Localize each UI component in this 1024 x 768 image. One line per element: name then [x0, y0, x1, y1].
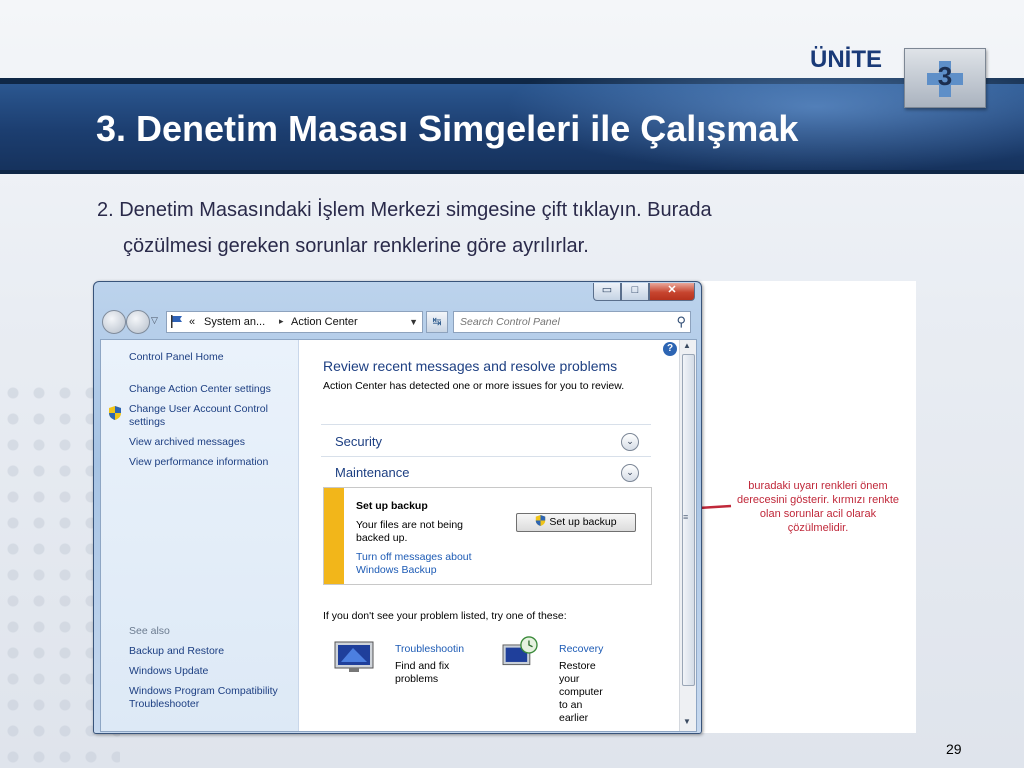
- search-input[interactable]: [458, 314, 662, 330]
- scroll-grip-icon: ≡: [683, 512, 689, 522]
- section-security[interactable]: Security: [335, 434, 382, 449]
- message-title: Set up backup: [356, 500, 428, 512]
- uac-shield-icon: [109, 406, 121, 420]
- bullet-text: 2. Denetim Masasındaki İşlem Merkezi sim…: [97, 192, 897, 264]
- unit-number: 3: [937, 61, 953, 91]
- search-icon[interactable]: ⚲: [676, 314, 686, 330]
- scroll-up-icon[interactable]: ▲: [683, 341, 691, 350]
- slide-title: 3. Denetim Masası Simgeleri ile Çalışmak: [96, 108, 799, 149]
- chevron-down-icon[interactable]: ⌄: [621, 464, 639, 482]
- flag-icon: [171, 315, 182, 328]
- window-caption-buttons: ▭ □ ✕: [593, 283, 695, 301]
- link-change-uac-settings[interactable]: Change User Account Control settings: [129, 403, 294, 429]
- troubleshooting-icon[interactable]: [333, 640, 375, 674]
- link-change-action-center-settings[interactable]: Change Action Center settings: [129, 383, 271, 396]
- breadcrumb-system[interactable]: System an...: [204, 312, 265, 332]
- message-description: Your files are not being backed up.: [356, 519, 464, 544]
- link-turn-off-backup-messages[interactable]: Turn off messages about Windows Backup: [356, 551, 496, 577]
- divider: [321, 424, 651, 425]
- link-troubleshooting[interactable]: Troubleshootin: [395, 643, 464, 655]
- link-view-performance-information[interactable]: View performance information: [129, 456, 268, 469]
- uac-shield-icon: [536, 515, 546, 526]
- set-up-backup-button[interactable]: Set up backup: [516, 513, 636, 532]
- breadcrumb-separator: ▸: [279, 316, 284, 326]
- close-button[interactable]: ✕: [649, 283, 695, 301]
- bullet-line-2: çözülmesi gereken sorunlar renklerine gö…: [123, 235, 589, 257]
- chevron-down-icon[interactable]: ⌄: [621, 433, 639, 451]
- set-up-backup-label: Set up backup: [549, 516, 617, 528]
- address-bar[interactable]: « System an... ▸ Action Center ▼: [166, 311, 423, 333]
- link-view-archived-messages[interactable]: View archived messages: [129, 436, 245, 449]
- forward-button[interactable]: [126, 310, 150, 334]
- unit-label: ÜNİTE: [810, 46, 882, 73]
- troubleshooting-description: Find and fix problems: [395, 660, 450, 685]
- recovery-icon[interactable]: [499, 636, 541, 670]
- scroll-down-icon[interactable]: ▼: [683, 717, 691, 726]
- minimize-button[interactable]: ▭: [593, 283, 621, 301]
- chevron-down-icon[interactable]: ▼: [409, 312, 418, 332]
- back-button[interactable]: [102, 310, 126, 334]
- refresh-button[interactable]: ↹: [426, 311, 448, 333]
- action-center-window: ▭ □ ✕ ▽ « System an... ▸ Action Center ▼…: [93, 281, 702, 734]
- link-backup-and-restore[interactable]: Backup and Restore: [129, 645, 224, 658]
- divider: [321, 456, 651, 457]
- see-also-heading: See also: [129, 625, 170, 637]
- unit-badge: 3: [904, 48, 986, 108]
- navigation-bar: ▽ « System an... ▸ Action Center ▼ ↹ ⚲: [100, 309, 695, 335]
- annotation-note: buradaki uyarı renkleri önem derecesini …: [736, 480, 899, 534]
- recovery-description: Restore your computer to an earlier: [559, 660, 603, 724]
- severity-bar: [324, 488, 344, 584]
- bullet-line-1: 2. Denetim Masasındaki İşlem Merkezi sim…: [97, 199, 712, 221]
- link-recovery[interactable]: Recovery: [559, 643, 603, 655]
- task-pane: Control Panel Home Change Action Center …: [101, 340, 299, 731]
- link-windows-update[interactable]: Windows Update: [129, 665, 208, 678]
- vertical-scrollbar[interactable]: ▲ ≡ ▼: [679, 340, 696, 731]
- link-control-panel-home[interactable]: Control Panel Home: [129, 351, 224, 364]
- link-compatibility-troubleshooter[interactable]: Windows Program Compatibility Troublesho…: [129, 685, 294, 711]
- breadcrumb-prefix: «: [189, 316, 196, 328]
- page-number: 29: [946, 741, 962, 757]
- search-box[interactable]: ⚲: [453, 311, 691, 333]
- maximize-button[interactable]: □: [621, 283, 649, 301]
- see-if-text: If you don't see your problem listed, tr…: [323, 610, 567, 622]
- history-dropdown-icon[interactable]: ▽: [151, 315, 158, 326]
- section-maintenance[interactable]: Maintenance: [335, 465, 409, 480]
- message-set-up-backup: Set up backup Your files are not being b…: [323, 487, 652, 585]
- help-icon[interactable]: ?: [663, 342, 677, 356]
- window-content: Control Panel Home Change Action Center …: [100, 339, 697, 732]
- main-pane: ? Review recent messages and resolve pro…: [299, 340, 677, 731]
- page-description: Action Center has detected one or more i…: [323, 380, 625, 392]
- page-heading: Review recent messages and resolve probl…: [323, 358, 618, 374]
- breadcrumb-action-center[interactable]: Action Center: [291, 312, 358, 332]
